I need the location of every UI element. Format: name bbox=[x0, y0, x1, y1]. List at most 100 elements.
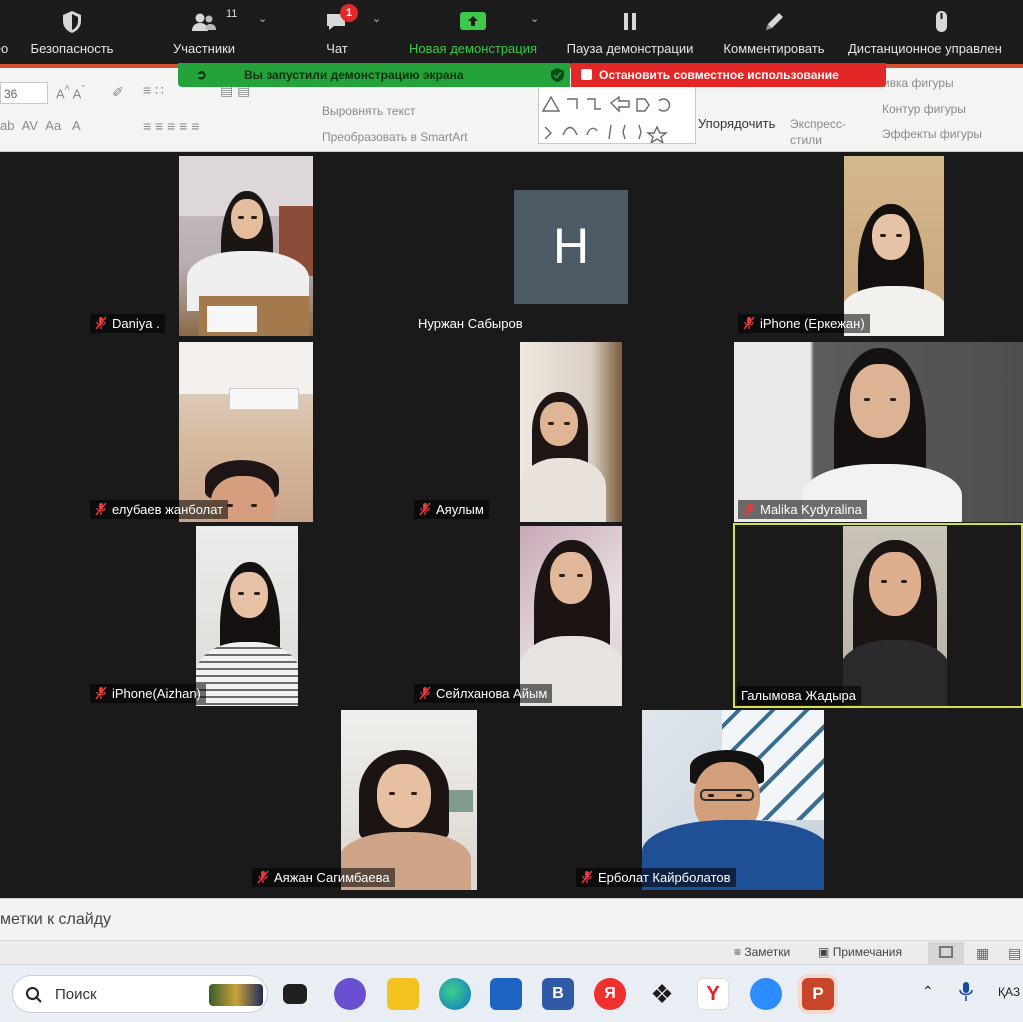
chat-chevron-icon[interactable]: ⌄ bbox=[372, 12, 381, 25]
pin-icon: ➲ bbox=[196, 67, 207, 82]
participant-name: елубаев жанболат bbox=[112, 502, 224, 517]
mic-muted-icon bbox=[95, 686, 107, 700]
participant-name: Daniya . bbox=[112, 316, 160, 331]
mic-muted-icon bbox=[419, 502, 431, 516]
normal-view-icon bbox=[939, 946, 953, 958]
participant-video bbox=[179, 156, 313, 336]
microsoft-store-icon[interactable] bbox=[490, 978, 522, 1010]
bullets-icon[interactable]: ≡ ∷ bbox=[143, 82, 164, 99]
participant-tile-daniya[interactable]: Daniya . bbox=[86, 154, 406, 336]
stop-share-button[interactable]: Остановить совместное использование bbox=[571, 63, 886, 87]
remote-control-label: Дистанционное управлен bbox=[848, 41, 1002, 56]
keyboard-language-indicator[interactable]: ҚАЗ bbox=[998, 985, 1020, 999]
comments-toggle-button[interactable]: ▣ Примечания bbox=[818, 945, 902, 959]
mouse-icon bbox=[936, 11, 947, 32]
participant-name: Ерболат Кайрболатов bbox=[598, 870, 731, 885]
annotate-label: Комментировать bbox=[723, 41, 825, 56]
share-screen-icon bbox=[460, 12, 486, 30]
participant-name: Галымова Жадыра bbox=[741, 688, 857, 703]
edge-icon[interactable] bbox=[439, 978, 471, 1010]
participant-tile-zhanbolat[interactable]: елубаев жанболат bbox=[86, 340, 406, 522]
notes-toggle-button[interactable]: ≡ Заметки bbox=[734, 945, 790, 959]
participant-name: iPhone (Еркежан) bbox=[760, 316, 865, 331]
shapes-gallery[interactable] bbox=[538, 86, 696, 145]
mic-muted-icon bbox=[419, 686, 431, 700]
participant-name-label: Сейлханова Айым bbox=[414, 684, 553, 703]
pause-share-label: Пауза демонстрации bbox=[566, 41, 694, 56]
align-text-button[interactable]: Выровнять текст bbox=[322, 104, 415, 118]
strike-icon[interactable]: ab AV Aa A bbox=[0, 118, 81, 133]
chat-button[interactable]: 1 Чат bbox=[306, 0, 368, 64]
security-button[interactable]: Безопасность bbox=[24, 0, 120, 64]
participants-icon bbox=[192, 13, 216, 31]
taskbar-search-box[interactable]: Поиск bbox=[12, 975, 268, 1013]
participants-chevron-icon[interactable]: ⌄ bbox=[258, 12, 267, 25]
participant-tile-ayazhan[interactable]: Аяжан Сагимбаева bbox=[248, 708, 568, 890]
screen: ео Безопасность 11 Участники ⌄ 1 Чат ⌄ Н… bbox=[0, 0, 1023, 1022]
shape-effects-button[interactable]: Эффекты фигуры bbox=[882, 127, 982, 141]
yandex-icon[interactable]: Y bbox=[697, 978, 729, 1010]
participant-name: Аяулым bbox=[436, 502, 484, 517]
microphone-icon[interactable] bbox=[958, 981, 974, 1003]
video-label: ео bbox=[0, 41, 9, 56]
align-text-icons[interactable]: ≡ ≡ ≡ ≡ ≡ bbox=[143, 118, 199, 134]
arrange-button[interactable]: Упорядочить bbox=[698, 116, 775, 131]
share-chevron-icon[interactable]: ⌄ bbox=[530, 12, 539, 25]
mic-muted-icon bbox=[743, 316, 755, 330]
participant-tile-aizhan[interactable]: iPhone(Aizhan) bbox=[86, 524, 406, 706]
participant-tile-aiym[interactable]: Сейлханова Айым bbox=[410, 524, 730, 706]
participant-tile-malika[interactable]: Malika Kydyralina bbox=[734, 340, 1023, 522]
smartart-button[interactable]: Преобразовать в SmartArt bbox=[322, 130, 468, 144]
teams-chat-icon[interactable] bbox=[334, 978, 366, 1010]
new-share-button[interactable]: Новая демонстрация bbox=[400, 0, 546, 64]
zoom-app-icon[interactable] bbox=[750, 978, 782, 1010]
dropbox-icon[interactable]: ❖ bbox=[646, 978, 678, 1010]
mic-muted-icon bbox=[581, 870, 593, 884]
normal-view-button[interactable] bbox=[928, 942, 964, 964]
shield-check-icon bbox=[551, 68, 564, 82]
participant-tile-erkezhan[interactable]: iPhone (Еркежан) bbox=[734, 154, 1023, 336]
comments-button-label: Примечания bbox=[832, 945, 902, 959]
quick-styles-button[interactable]: Экспресс-стили bbox=[790, 116, 856, 148]
participant-name: Malika Kydyralina bbox=[760, 502, 862, 517]
security-label: Безопасность bbox=[30, 41, 114, 56]
shape-outline-button[interactable]: Контур фигуры bbox=[882, 102, 966, 116]
participant-tile-erbolat[interactable]: Ерболат Кайрболатов bbox=[572, 708, 892, 890]
font-size-value: 36 bbox=[4, 87, 18, 101]
grow-font-icon[interactable]: A^ Aˇ bbox=[56, 84, 85, 101]
chat-label: Чат bbox=[326, 41, 348, 56]
participant-name-label: Ерболат Кайрболатов bbox=[576, 868, 736, 887]
notes-placeholder: метки к слайду bbox=[0, 911, 112, 928]
mic-muted-icon bbox=[95, 502, 107, 516]
video-button[interactable]: ео bbox=[0, 0, 12, 64]
annotate-button[interactable]: Комментировать bbox=[714, 0, 834, 64]
pause-icon bbox=[624, 13, 636, 30]
file-explorer-icon[interactable] bbox=[387, 978, 419, 1010]
slide-notes-pane[interactable]: метки к слайду bbox=[0, 898, 1023, 940]
stop-icon bbox=[581, 69, 592, 80]
participant-tile-ayaulym[interactable]: Аяулым bbox=[410, 340, 730, 522]
remote-control-button[interactable]: Дистанционное управлен bbox=[846, 0, 1023, 64]
search-highlight-icon bbox=[209, 984, 263, 1006]
mic-muted-icon bbox=[743, 502, 755, 516]
mic-muted-icon bbox=[257, 870, 269, 884]
tray-chevron-up-icon[interactable]: ⌃ bbox=[922, 983, 934, 1000]
powerpoint-icon[interactable]: P bbox=[802, 978, 834, 1010]
new-share-label: Новая демонстрация bbox=[408, 41, 538, 56]
task-view-icon[interactable] bbox=[283, 984, 307, 1004]
font-size-box[interactable]: 36 bbox=[0, 82, 48, 104]
pause-share-button[interactable]: Пауза демонстрации bbox=[558, 0, 702, 64]
participant-name-label: Daniya . bbox=[90, 314, 165, 333]
participants-button[interactable]: 11 Участники bbox=[160, 0, 248, 64]
slide-sorter-icon[interactable]: ▦ bbox=[976, 945, 989, 962]
yandex-browser-icon[interactable]: Я bbox=[594, 978, 626, 1010]
clear-format-icon[interactable]: ✐ bbox=[112, 84, 124, 101]
participant-tile-nurzhan[interactable]: H Нуржан Сабыров bbox=[410, 154, 730, 336]
participant-name: Нуржан Сабыров bbox=[418, 316, 523, 331]
vk-icon[interactable]: В bbox=[542, 978, 574, 1010]
reading-view-icon[interactable]: ▤ bbox=[1008, 945, 1021, 962]
participant-tile-zhadyra-active-speaker[interactable]: Галымова Жадыра bbox=[733, 523, 1023, 708]
participant-initial: H bbox=[552, 218, 590, 274]
participant-video bbox=[520, 342, 622, 522]
participant-name: Сейлханова Айым bbox=[436, 686, 548, 701]
